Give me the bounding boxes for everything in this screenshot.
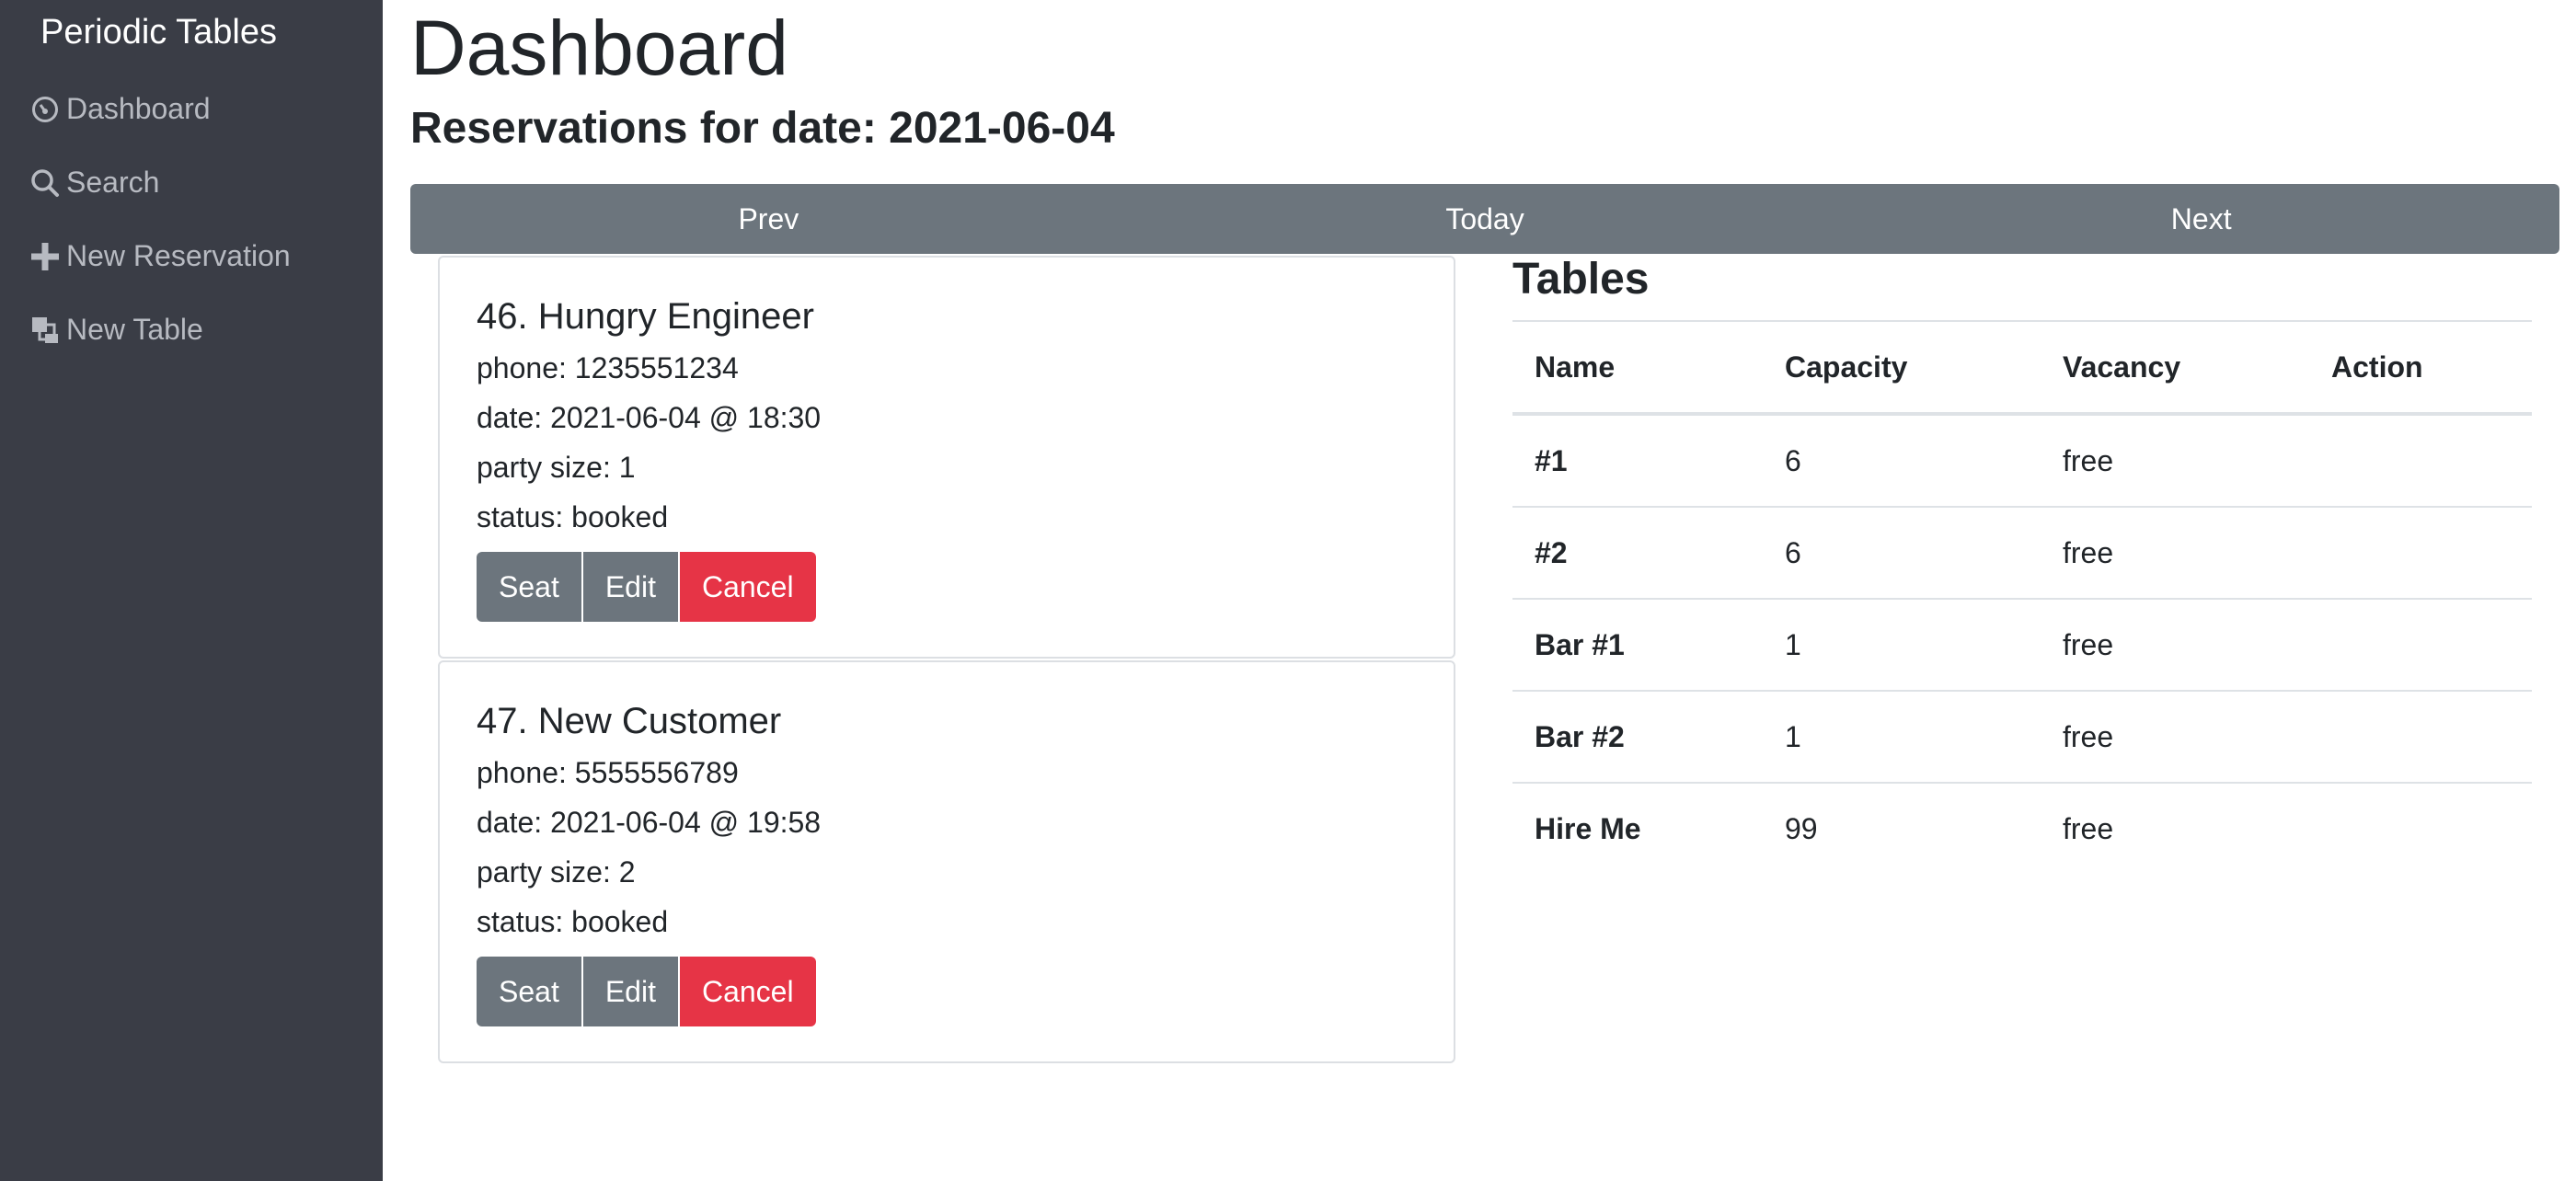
sidebar-item-search[interactable]: Search <box>29 166 159 200</box>
table-name: Bar #2 <box>1512 690 1763 783</box>
seat-button[interactable]: Seat <box>477 957 581 1026</box>
table-name: Bar #1 <box>1512 598 1763 691</box>
table-vacancy: free <box>2041 598 2309 691</box>
brand-title[interactable]: Periodic Tables <box>40 13 277 52</box>
seat-button[interactable]: Seat <box>477 552 581 622</box>
reservation-actions: Seat Edit Cancel <box>477 957 816 1026</box>
table-row: #2 6 free <box>1512 506 2532 599</box>
table-capacity: 1 <box>1763 598 2041 691</box>
table-row: Bar #2 1 free <box>1512 690 2532 783</box>
tables-heading: Tables <box>1512 255 1650 304</box>
table-action <box>2309 506 2532 599</box>
reservation-status: status: booked <box>477 500 669 533</box>
reservation-date: date: 2021-06-04 @ 18:30 <box>477 401 822 434</box>
reservations-date-heading: Reservations for date: 2021-06-04 <box>410 104 1115 153</box>
reservation-card: 47. New Customer phone: 5555556789 date:… <box>438 660 1455 1063</box>
sidebar-item-label: Search <box>66 166 160 199</box>
reservation-title: 47. New Customer <box>477 701 782 741</box>
edit-button[interactable]: Edit <box>582 552 678 622</box>
reservation-date: date: 2021-06-04 @ 19:58 <box>477 806 822 839</box>
reservation-actions: Seat Edit Cancel <box>477 552 816 622</box>
column-header-vacancy: Vacancy <box>2041 320 2309 416</box>
table-action <box>2309 598 2532 691</box>
sidebar-item-label: Dashboard <box>66 92 211 125</box>
table-capacity: 6 <box>1763 506 2041 599</box>
reservation-phone: phone: 1235551234 <box>477 351 739 384</box>
search-icon <box>29 167 61 199</box>
table-row: Hire Me 99 free <box>1512 782 2532 874</box>
table-row: Bar #1 1 free <box>1512 598 2532 691</box>
sidebar-item-label: New Table <box>66 313 203 346</box>
table-capacity: 1 <box>1763 690 2041 783</box>
next-button[interactable]: Next <box>1843 184 2559 254</box>
reservation-title: 46. Hungry Engineer <box>477 296 814 337</box>
table-action <box>2309 782 2532 874</box>
reservation-status: status: booked <box>477 905 669 938</box>
column-header-name: Name <box>1512 320 1763 416</box>
sidebar-item-dashboard[interactable]: Dashboard <box>29 92 211 126</box>
table-vacancy: free <box>2041 506 2309 599</box>
sidebar-item-new-table[interactable]: New Table <box>29 313 203 347</box>
prev-button[interactable]: Prev <box>410 184 1127 254</box>
column-header-action: Action <box>2309 320 2532 416</box>
sidebar: Periodic Tables Dashboard Search New Res… <box>0 0 383 1181</box>
reservation-card: 46. Hungry Engineer phone: 1235551234 da… <box>438 256 1455 659</box>
tables-table: Name Capacity Vacancy Action #1 6 free #… <box>1512 320 2532 874</box>
table-capacity: 99 <box>1763 782 2041 874</box>
sidebar-item-label: New Reservation <box>66 239 291 272</box>
table-name: #1 <box>1512 413 1763 507</box>
table-vacancy: free <box>2041 690 2309 783</box>
dashboard-icon <box>29 94 61 125</box>
date-navigation-bar: Prev Today Next <box>410 184 2559 254</box>
table-action <box>2309 413 2532 507</box>
page-title: Dashboard <box>410 5 788 91</box>
table-name: #2 <box>1512 506 1763 599</box>
table-vacancy: free <box>2041 782 2309 874</box>
plus-icon <box>29 241 61 272</box>
cancel-button[interactable]: Cancel <box>679 552 816 622</box>
table-row: #1 6 free <box>1512 413 2532 507</box>
table-name: Hire Me <box>1512 782 1763 874</box>
table-vacancy: free <box>2041 413 2309 507</box>
table-action <box>2309 690 2532 783</box>
layers-icon <box>29 315 61 346</box>
table-capacity: 6 <box>1763 413 2041 507</box>
reservation-phone: phone: 5555556789 <box>477 756 739 789</box>
edit-button[interactable]: Edit <box>582 957 678 1026</box>
table-header-row: Name Capacity Vacancy Action <box>1512 320 2532 416</box>
today-button[interactable]: Today <box>1127 184 1844 254</box>
cancel-button[interactable]: Cancel <box>679 957 816 1026</box>
sidebar-item-new-reservation[interactable]: New Reservation <box>29 239 291 273</box>
reservation-party-size: party size: 1 <box>477 451 636 484</box>
column-header-capacity: Capacity <box>1763 320 2041 416</box>
reservation-party-size: party size: 2 <box>477 855 636 889</box>
